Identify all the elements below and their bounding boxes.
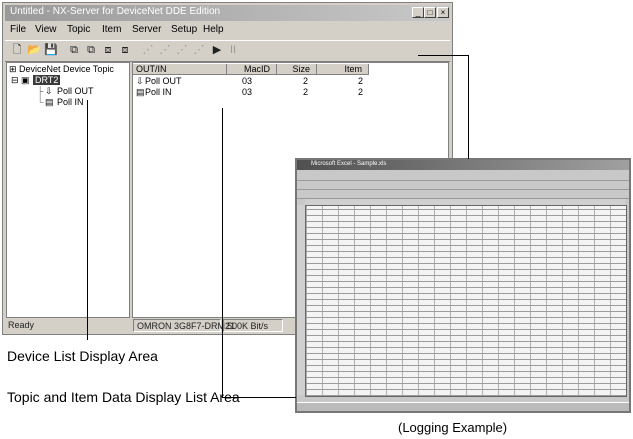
excel-taskbar (297, 402, 629, 411)
menu-bar: File View Topic Item Server Setup Help (5, 23, 450, 38)
tree-item-poll-in[interactable]: Poll IN (57, 97, 84, 107)
tree-branch-line: ├ (37, 86, 44, 96)
toolbar: 🗋 📂 💾 ⧉ ⧉ ⧈ ⧈ ⋰ ⋰ ⋰ ⋰ ▶ II (5, 40, 450, 62)
menu-file[interactable]: File (10, 24, 26, 35)
callout-line-topic-item (222, 108, 223, 398)
caption-topic-item: Topic and Item Data Display List Area (7, 389, 240, 405)
row-name: Poll OUT (145, 76, 182, 86)
callout-line-device-list (87, 100, 88, 340)
new-icon[interactable]: 🗋 (10, 44, 24, 57)
stop-icon[interactable]: II (226, 44, 240, 57)
item-a-icon[interactable]: ⋰ (141, 44, 155, 57)
minimize-button[interactable]: _ (412, 7, 424, 18)
status-rate: 500K Bit/s (223, 319, 283, 332)
row-item: 2 (358, 76, 364, 86)
poll-in-icon: ▤ (45, 97, 54, 107)
column-header-macid[interactable]: MacID (227, 64, 277, 75)
topic-icon[interactable]: ⧉ (67, 44, 81, 57)
row-macid: 03 (242, 76, 253, 86)
status-text: Ready (8, 320, 35, 330)
excel-title-bar: Microsoft Excel - Sample.xls (297, 160, 629, 170)
column-header-item[interactable]: Item (317, 64, 369, 75)
item-add-icon[interactable]: ⧈ (118, 44, 132, 57)
device-tree-pane: ⊞ DeviceNet Device Topic ⊟ ▣ DRT2 ├ ⇩ Po… (6, 62, 130, 318)
tree-node-drt2[interactable]: DRT2 (33, 75, 61, 85)
device-icon: ▣ (21, 75, 30, 85)
menu-help[interactable]: Help (203, 24, 224, 35)
column-header-size[interactable]: Size (277, 64, 317, 75)
item-d-icon[interactable]: ⋰ (192, 44, 206, 57)
close-button[interactable]: × (437, 7, 449, 18)
topic-add-icon[interactable]: ⧉ (84, 44, 98, 57)
window-title: Untitled - NX-Server for DeviceNet DDE E… (10, 6, 221, 17)
logging-example-screenshot: Microsoft Excel - Sample.xls (295, 158, 631, 413)
poll-out-icon: ⇩ (136, 76, 144, 86)
title-bar: Untitled - NX-Server for DeviceNet DDE E… (5, 5, 450, 21)
row-size: 2 (303, 87, 309, 97)
menu-item[interactable]: Item (102, 24, 121, 35)
menu-setup[interactable]: Setup (171, 24, 197, 35)
maximize-button[interactable]: □ (424, 7, 436, 18)
column-header-outin[interactable]: OUT/IN (133, 64, 227, 75)
tree-item-poll-out[interactable]: Poll OUT (57, 86, 94, 96)
excel-formula-bar (297, 189, 629, 199)
callout-line-run (418, 55, 468, 56)
tree-root-label[interactable]: DeviceNet Device Topic (19, 64, 114, 74)
excel-title: Microsoft Excel - Sample.xls (311, 161, 387, 167)
menu-server[interactable]: Server (132, 24, 161, 35)
menu-view[interactable]: View (35, 24, 57, 35)
item-b-icon[interactable]: ⋰ (158, 44, 172, 57)
tree-branch-line: └ (37, 97, 44, 107)
collapse-icon[interactable]: ⊟ (11, 75, 19, 86)
menu-topic[interactable]: Topic (67, 24, 90, 35)
poll-out-icon: ⇩ (45, 86, 53, 96)
item-icon[interactable]: ⧈ (101, 44, 115, 57)
item-c-icon[interactable]: ⋰ (175, 44, 189, 57)
row-item: 2 (358, 87, 364, 97)
poll-in-icon: ▤ (136, 87, 145, 97)
row-name: Poll IN (145, 87, 172, 97)
status-device: OMRON 3G8F7-DRM21 (133, 319, 235, 332)
caption-logging: (Logging Example) (398, 420, 508, 435)
excel-data-grid (305, 205, 627, 397)
caption-device-list: Device List Display Area (7, 348, 158, 364)
network-icon: ⊞ (9, 64, 17, 74)
run-icon[interactable]: ▶ (210, 44, 224, 57)
row-macid: 03 (242, 87, 253, 97)
open-icon[interactable]: 📂 (27, 44, 41, 57)
callout-line-run-v (468, 55, 469, 159)
row-size: 2 (303, 76, 309, 86)
save-icon[interactable]: 💾 (44, 44, 58, 57)
